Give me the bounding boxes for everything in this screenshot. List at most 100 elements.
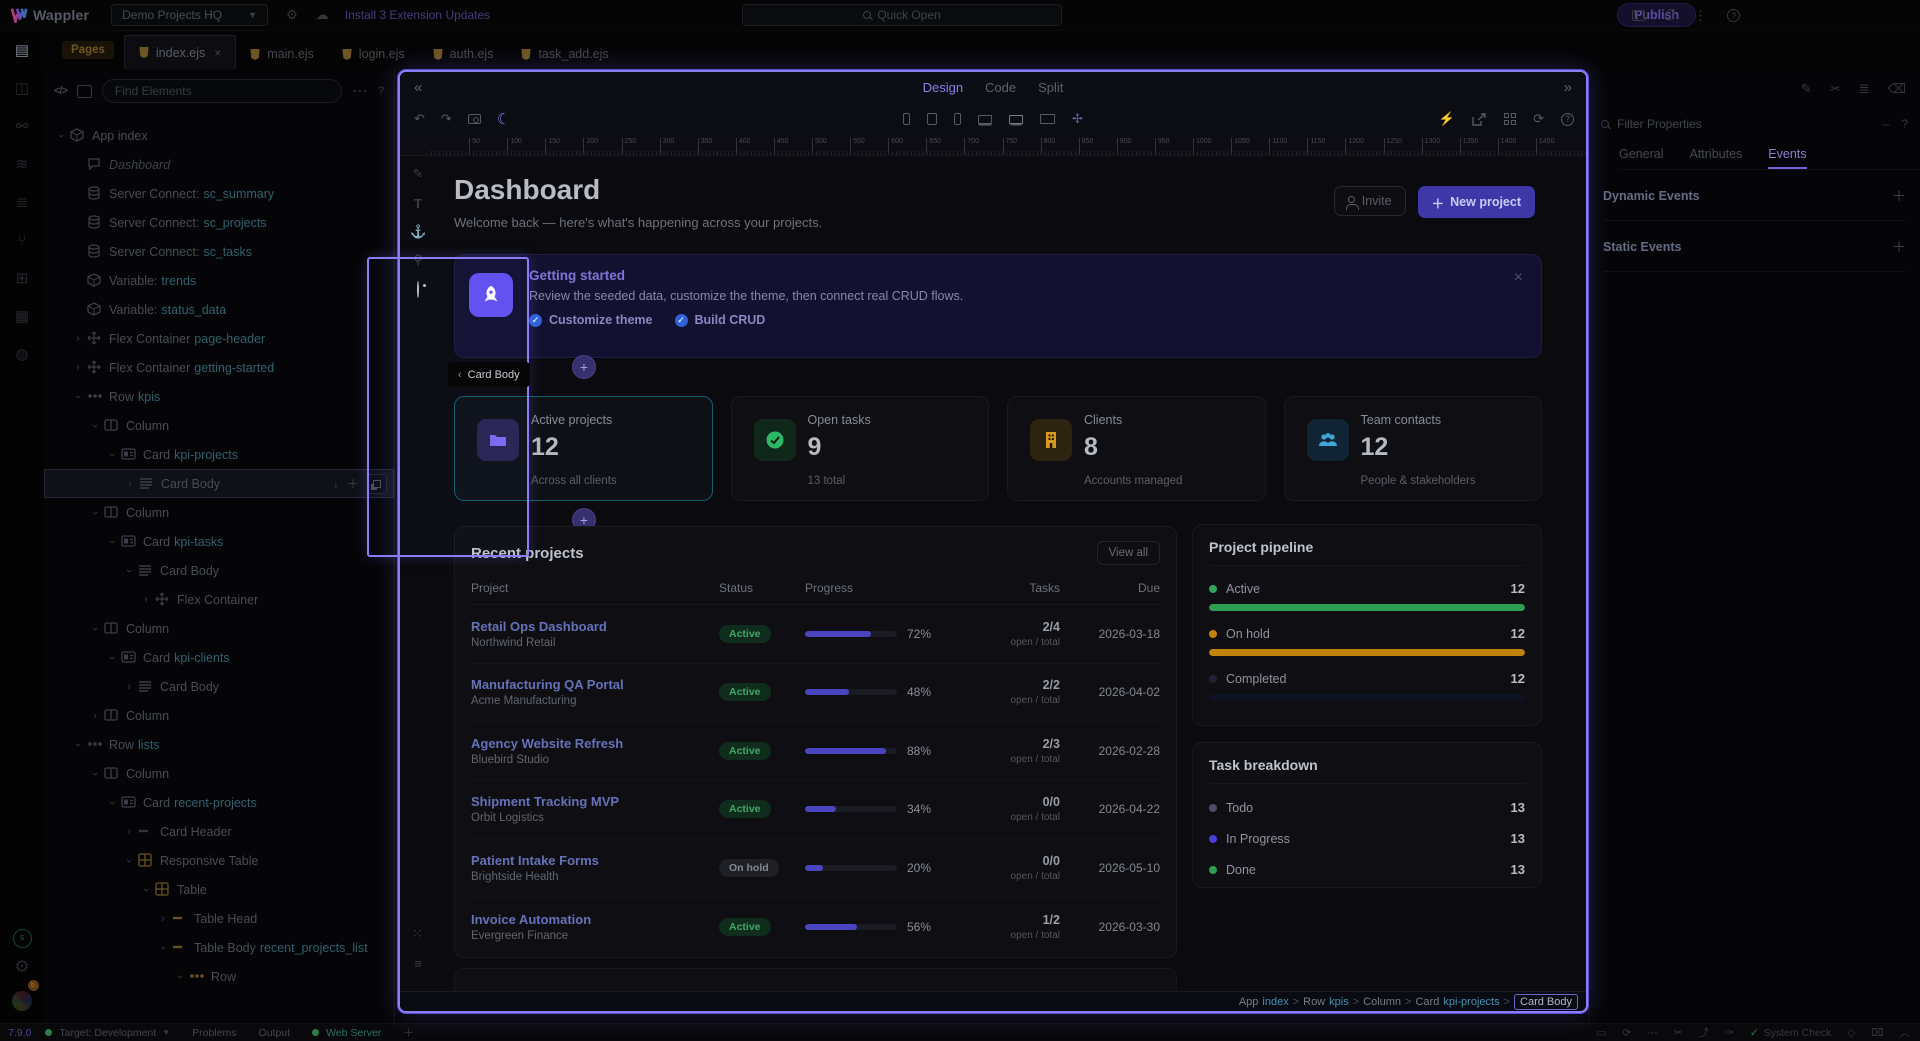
tab-main.ejs[interactable]: main.ejs — [236, 39, 328, 69]
sb-brush-icon[interactable]: ✑ — [1725, 1027, 1734, 1039]
tree-item-column[interactable]: ›Column — [44, 614, 394, 643]
sb-share-icon[interactable]: ⤴ — [1699, 1025, 1710, 1040]
anchor-tool-icon[interactable]: ⚓ — [410, 224, 426, 240]
layers-icon[interactable]: ≣ — [0, 183, 44, 221]
dynamic-events-section[interactable]: Dynamic Events ＋ — [1603, 186, 1906, 221]
tree-item-row[interactable]: ›Rowlists — [44, 730, 394, 759]
tree-item-table-body[interactable]: ›Table Bodyrecent_projects_list — [44, 933, 394, 962]
tree-item-dashboard[interactable]: Dashboard — [44, 150, 394, 179]
collapse-right-icon[interactable]: » — [1550, 79, 1586, 96]
project-name-link[interactable]: Shipment Tracking MVP — [471, 794, 719, 809]
device-wide-icon[interactable] — [1040, 114, 1055, 124]
tree-item-server-connect-[interactable]: Server Connect:sc_projects — [44, 208, 394, 237]
tree-item-column[interactable]: ›Column — [44, 701, 394, 730]
tree-item-row[interactable]: ›Rowkpis — [44, 382, 394, 411]
table-row[interactable]: Patient Intake FormsBrightside HealthOn … — [471, 839, 1160, 898]
sb-collapse-icon[interactable]: ︿ — [1900, 1025, 1911, 1040]
tree-item-column[interactable]: ›Column — [44, 498, 394, 527]
tree-item-server-connect-[interactable]: Server Connect:sc_tasks — [44, 237, 394, 266]
target-selector[interactable]: Target: Development ▼ — [59, 1027, 170, 1039]
table-row[interactable]: Agency Website RefreshBluebird StudioAct… — [471, 722, 1160, 781]
breadcrumb-current[interactable]: Card Body — [1514, 994, 1578, 1010]
move-down-icon[interactable]: ↓ — [333, 477, 339, 491]
blocks-icon[interactable]: ◫ — [0, 69, 44, 107]
tree-chevron-icon[interactable]: › — [71, 362, 85, 374]
rp-minimize-icon[interactable]: – — [1883, 117, 1890, 131]
pages-chip[interactable]: Pages — [62, 41, 114, 59]
cloud-download-icon[interactable]: ☁ — [316, 7, 329, 23]
tree-chevron-icon[interactable]: › — [106, 651, 118, 665]
tree-chevron-icon[interactable]: › — [72, 738, 84, 752]
tab-close-icon[interactable]: × — [214, 46, 221, 60]
canvas-help-icon[interactable]: ? — [1561, 113, 1574, 126]
tree-item-card[interactable]: ›Cardkpi-tasks — [44, 527, 394, 556]
filter-properties-input[interactable]: Filter Properties – ? — [1601, 111, 1908, 137]
settings-gear-icon[interactable]: ⚙ — [286, 7, 298, 23]
kpi-card-team-contacts[interactable]: Team contacts12People & stakeholders — [1284, 396, 1543, 501]
mode-tab-code[interactable]: Code — [985, 80, 1016, 95]
sb-cut-icon[interactable]: ✂ — [1674, 1027, 1683, 1039]
breadcrumb-crumb[interactable]: Column — [1363, 996, 1401, 1008]
selected-element-chip[interactable]: ‹ Card Body — [448, 362, 530, 387]
tree-chevron-icon[interactable]: › — [174, 970, 186, 984]
tab-auth.ejs[interactable]: auth.ejs — [419, 39, 508, 69]
refresh-icon[interactable]: ⟳ — [1533, 111, 1544, 127]
nodes-icon[interactable]: ⚯ — [0, 107, 44, 145]
tree-chevron-icon[interactable]: › — [123, 478, 137, 490]
breadcrumb-crumb[interactable]: Rowkpis — [1303, 996, 1349, 1008]
tree-chevron-icon[interactable]: › — [106, 448, 118, 462]
add-inside-icon[interactable]: ＋ — [347, 475, 359, 492]
tree-item-table-head[interactable]: ›Table Head — [44, 904, 394, 933]
banner-close-icon[interactable]: × — [1514, 269, 1523, 287]
table-row[interactable]: Manufacturing QA PortalAcme Manufacturin… — [471, 664, 1160, 723]
webserver-button[interactable]: Web Server — [326, 1027, 381, 1039]
add-static-event-icon[interactable]: ＋ — [1892, 237, 1906, 257]
tree-chevron-icon[interactable]: › — [123, 854, 135, 868]
tree-chevron-icon[interactable]: › — [139, 594, 153, 606]
tree-item-variable-[interactable]: Variable:trends — [44, 266, 394, 295]
tree-item-variable-[interactable]: Variable:status_data — [44, 295, 394, 324]
collapse-left-icon[interactable]: « — [400, 79, 436, 96]
sb-window-icon[interactable]: ▭ — [1596, 1027, 1606, 1039]
breadcrumb-crumb[interactable]: Appindex — [1239, 996, 1289, 1008]
mode-tab-design[interactable]: Design — [923, 80, 963, 95]
tree-item-card-body[interactable]: ›Card Body↓＋ — [44, 469, 394, 498]
project-name-link[interactable]: Manufacturing QA Portal — [471, 677, 719, 692]
table-row[interactable]: Shipment Tracking MVPOrbit LogisticsActi… — [471, 781, 1160, 840]
sb-more-icon[interactable]: ⋯ — [1647, 1027, 1658, 1039]
tree-chevron-icon[interactable]: › — [71, 333, 85, 345]
grid-dots-icon[interactable]: ⁙ — [410, 926, 426, 942]
kpi-card-active-projects[interactable]: Active projects12Across all clients — [454, 396, 713, 501]
project-name-link[interactable]: Agency Website Refresh — [471, 736, 719, 751]
profile-badge[interactable] — [12, 991, 32, 1011]
tree-chevron-icon[interactable]: › — [140, 883, 152, 897]
tree-item-card-header[interactable]: ›Card Header — [44, 817, 394, 846]
mode-tab-split[interactable]: Split — [1038, 80, 1063, 95]
properties-tab-events[interactable]: Events — [1768, 147, 1806, 169]
problems-button[interactable]: Problems — [192, 1027, 236, 1039]
sb-package-icon[interactable]: ⌧ — [1871, 1027, 1883, 1039]
device-laptop-icon[interactable] — [978, 115, 992, 124]
components-icon[interactable]: ⊞ — [0, 259, 44, 297]
kpi-card-clients[interactable]: Clients8Accounts managed — [1007, 396, 1266, 501]
device-phone-icon[interactable] — [903, 113, 910, 125]
theme-droplet-icon[interactable] — [1662, 8, 1676, 22]
tree-item-flex-container[interactable]: ›Flex Containergetting-started — [44, 353, 394, 382]
tree-item-flex-container[interactable]: ›Flex Container — [44, 585, 394, 614]
properties-tab-attributes[interactable]: Attributes — [1689, 147, 1742, 161]
breadcrumb-crumb[interactable]: Cardkpi-projects — [1415, 996, 1499, 1008]
tab-login.ejs[interactable]: login.ejs — [328, 39, 419, 69]
project-name-link[interactable]: Invoice Automation — [471, 912, 719, 927]
undo-icon[interactable]: ↶ — [414, 111, 425, 127]
tree-item-card[interactable]: ›Cardrecent-projects — [44, 788, 394, 817]
bot-icon[interactable]: ◍ — [0, 335, 44, 373]
tree-item-row[interactable]: ›Row — [44, 962, 394, 991]
redo-icon[interactable]: ↷ — [441, 111, 452, 127]
qr-preview-icon[interactable] — [1504, 113, 1516, 125]
tree-chevron-icon[interactable]: › — [123, 564, 135, 578]
move-resize-icon[interactable]: ✢ — [1072, 111, 1083, 127]
tree-chevron-icon[interactable]: › — [156, 913, 170, 925]
table-row[interactable]: Invoice AutomationEvergreen FinanceActiv… — [471, 898, 1160, 957]
tree-item-card-body[interactable]: ›Card Body — [44, 672, 394, 701]
tree-chevron-icon[interactable]: › — [106, 535, 118, 549]
